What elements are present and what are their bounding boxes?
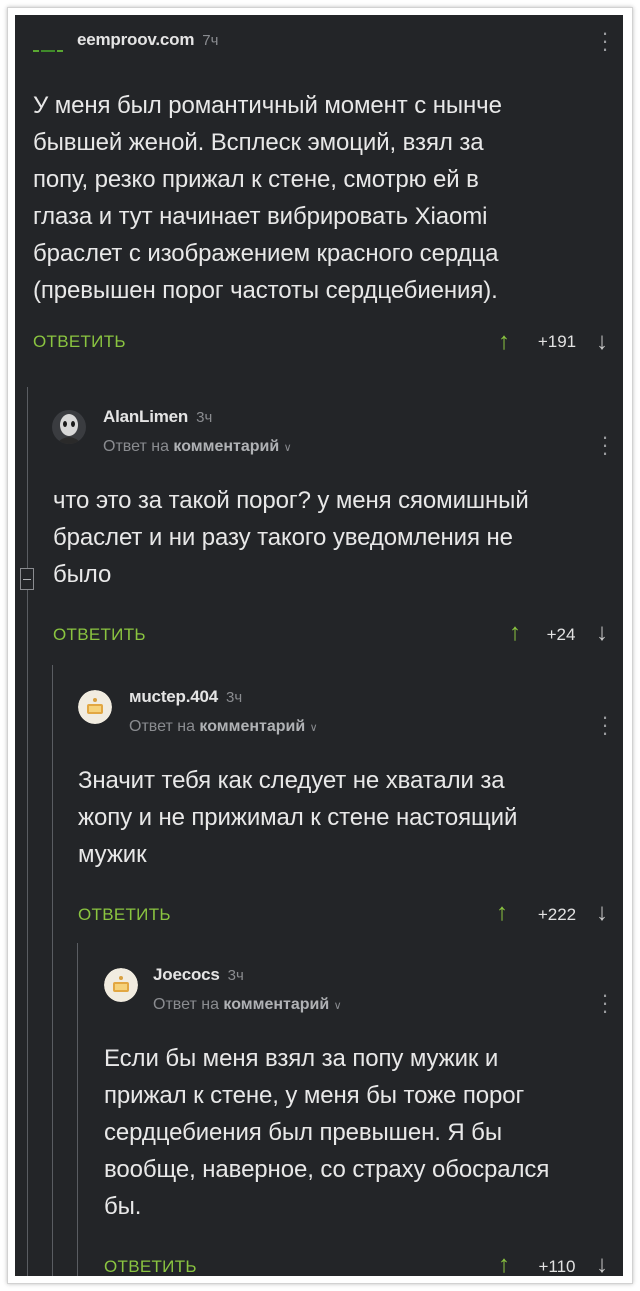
comment-2: AlanLimen 3ч Ответ на комментарий ∨ · · · ч… <box>15 390 623 650</box>
more-options-icon[interactable]: · · · <box>600 22 610 60</box>
comment-rating: +191 <box>537 332 577 351</box>
comment-text-line: (превышен порог частоты сердцебиения). <box>33 277 498 304</box>
comment-text-line: мужик <box>78 841 147 868</box>
reply-button[interactable]: ОТВЕТИТЬ <box>53 625 146 645</box>
comment-text-line: было <box>53 561 112 588</box>
default-avatar-icon[interactable] <box>78 690 112 724</box>
downvote-arrow-icon[interactable]: ↓ <box>596 1251 608 1276</box>
upvote-arrow-icon[interactable]: ↑ <box>498 328 510 356</box>
user-avatar-icon[interactable] <box>52 410 86 444</box>
comment-text-line: сердцебиения был превышен. Я бы <box>104 1119 502 1146</box>
comment-header: мuctep.404 3ч <box>129 687 242 707</box>
upvote-arrow-icon[interactable]: ↑ <box>509 619 521 647</box>
comment-rating: +222 <box>537 905 577 924</box>
comment-text: У меня был романтичный момент с нынче бы… <box>33 87 613 309</box>
upvote-arrow-icon[interactable]: ↑ <box>498 1251 510 1276</box>
comment-text-line: прижал к стене, у меня бы тоже порог <box>104 1082 525 1109</box>
comment-time: 3ч <box>226 689 243 706</box>
comment-1: eemproov.com 7ч · · · У меня был романтичны… <box>15 15 623 375</box>
comment-header: Joecocs 3ч <box>153 965 244 985</box>
site-logo-icon <box>33 40 63 52</box>
chevron-down-icon: ∨ <box>333 1000 342 1012</box>
comment-text: Если бы меня взял за попу мужик и прижал… <box>104 1040 619 1225</box>
reply-button[interactable]: ОТВЕТИТЬ <box>33 332 126 352</box>
comment-3: мuctep.404 3ч Ответ на комментарий ∨ · · · … <box>15 670 623 930</box>
reply-to-link[interactable]: Ответ на комментарий ∨ <box>129 718 318 736</box>
comment-time: 3ч <box>196 409 213 426</box>
comment-text-line: бывшей женой. Всплеск эмоций, взял за <box>33 129 484 156</box>
downvote-arrow-icon[interactable]: ↓ <box>596 619 608 647</box>
comment-text-line: что это за такой порог? у меня сяомишный <box>53 487 529 514</box>
chevron-down-icon: ∨ <box>283 442 292 454</box>
reply-button[interactable]: ОТВЕТИТЬ <box>78 905 171 925</box>
comment-text: что это за такой порог? у меня сяомишный… <box>53 482 618 593</box>
reply-to-prefix: Ответ на <box>103 438 169 455</box>
reply-to-target[interactable]: комментарий <box>173 438 279 455</box>
comment-time: 3ч <box>227 967 244 984</box>
reply-to-link[interactable]: Ответ на комментарий ∨ <box>153 996 342 1014</box>
comment-header: AlanLimen 3ч <box>103 407 212 427</box>
comment-text-line: У меня был романтичный момент с нынче <box>33 92 502 119</box>
comment-text: Значит тебя как следует не хватали за жо… <box>78 762 618 873</box>
comment-text-line: вообще, наверное, со страху обосрался <box>104 1156 550 1183</box>
reply-to-prefix: Ответ на <box>153 996 219 1013</box>
comment-text-line: Если бы меня взял за попу мужик и <box>104 1045 499 1072</box>
comment-text-line: Значит тебя как следует не хватали за <box>78 767 505 794</box>
reply-to-target[interactable]: комментарий <box>199 718 305 735</box>
downvote-arrow-icon[interactable]: ↓ <box>596 328 608 356</box>
more-options-icon[interactable]: · · · <box>600 984 610 1022</box>
chevron-down-icon: ∨ <box>309 722 318 734</box>
comment-text-line: попу, резко прижал к стене, смотрю ей в <box>33 166 479 193</box>
comment-author[interactable]: мuctep.404 <box>129 687 218 706</box>
comment-text-line: браслет и ни разу такого уведомления не <box>53 524 513 551</box>
upvote-arrow-icon[interactable]: ↑ <box>496 899 508 927</box>
more-options-icon[interactable]: · · · <box>600 426 610 464</box>
comment-rating: +110 <box>538 1257 576 1276</box>
comment-header: eemproov.com 7ч <box>77 30 218 50</box>
comment-text-line: бы. <box>104 1193 142 1220</box>
reply-to-prefix: Ответ на <box>129 718 195 735</box>
comments-screen: eemproov.com 7ч · · · У меня был романтичны… <box>15 15 623 1276</box>
comment-author[interactable]: AlanLimen <box>103 407 188 426</box>
comment-author[interactable]: eemproov.com <box>77 30 194 49</box>
reply-to-target[interactable]: комментарий <box>223 996 329 1013</box>
comment-text-line: браслет с изображением красного сердца <box>33 240 499 267</box>
comment-text-line: глаза и тут начинает вибрировать Xiaomi <box>33 203 488 230</box>
downvote-arrow-icon[interactable]: ↓ <box>596 899 608 927</box>
comment-rating: +24 <box>546 625 576 644</box>
reply-button[interactable]: ОТВЕТИТЬ <box>104 1257 197 1276</box>
default-avatar-icon[interactable] <box>104 968 138 1002</box>
comment-4: Joecocs 3ч Ответ на комментарий ∨ · · · Есл… <box>15 948 623 1276</box>
more-options-icon[interactable]: · · · <box>600 706 610 744</box>
reply-to-link[interactable]: Ответ на комментарий ∨ <box>103 438 292 456</box>
comment-author[interactable]: Joecocs <box>153 965 220 984</box>
comment-time: 7ч <box>202 32 219 49</box>
comment-text-line: жопу и не прижимал к стене настоящий <box>78 804 518 831</box>
